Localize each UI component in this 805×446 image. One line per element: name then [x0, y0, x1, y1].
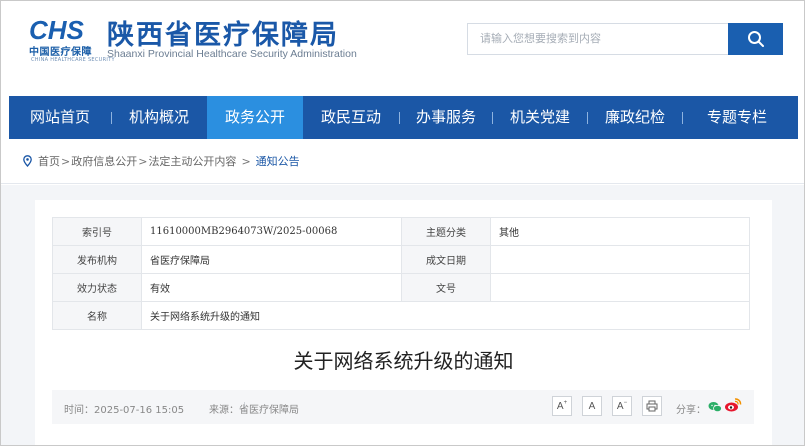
doc-number-value [490, 273, 750, 302]
font-decrease-label: A [616, 400, 624, 412]
nav-item-home[interactable]: 网站首页 [9, 96, 111, 139]
print-icon [646, 400, 658, 412]
nav-item-topics[interactable]: 专题专栏 [683, 96, 791, 139]
breadcrumb-gov-info[interactable]: 政府信息公开 [71, 153, 137, 169]
chs-logo-icon[interactable]: CHS [29, 17, 99, 43]
font-increase-label: A [556, 400, 564, 412]
font-reset-label: A [588, 400, 596, 412]
breadcrumb-area: 首页 > 政府信息公开 > 法定主动公开内容 > 通知公告 [1, 139, 804, 184]
breadcrumb-disclosure[interactable]: 法定主动公开内容 [148, 153, 236, 169]
breadcrumb-home[interactable]: 首页 [38, 153, 60, 169]
breadcrumb-separator: > [138, 154, 148, 168]
topic-value: 其他 [490, 217, 750, 246]
status-label: 效力状态 [52, 273, 142, 302]
article-info-bar: 时间：2025-07-16 15:05 来源：省医疗保障局 A + A A − 分享… [52, 390, 754, 424]
date-value [490, 245, 750, 274]
status-value: 有效 [141, 273, 402, 302]
doc-number-label: 文号 [401, 273, 491, 302]
breadcrumb: 首页 > 政府信息公开 > 法定主动公开内容 > 通知公告 [23, 153, 300, 169]
font-reset-button[interactable]: A [582, 396, 602, 416]
date-label: 成文日期 [401, 245, 491, 274]
site-header: CHS 中国医疗保障 CHINA HEALTHCARE SECURITY 陕西省… [1, 1, 804, 96]
publisher-label: 发布机构 [52, 245, 142, 274]
nav-item-about[interactable]: 机构概况 [112, 96, 206, 139]
page-frame: CHS 中国医疗保障 CHINA HEALTHCARE SECURITY 陕西省… [0, 0, 805, 446]
publish-time: 时间：2025-07-16 15:05 [64, 405, 185, 416]
nav-item-party[interactable]: 机关党建 [493, 96, 587, 139]
index-value: 11610000MB2964073W/2025-00068 [141, 217, 402, 246]
index-label: 索引号 [52, 217, 142, 246]
breadcrumb-current[interactable]: 通知公告 [256, 153, 300, 169]
table-row: 发布机构 省医疗保障局 成文日期 [52, 245, 750, 274]
table-row: 效力状态 有效 文号 [52, 273, 750, 302]
logo-subtext: CHINA HEALTHCARE SECURITY [31, 57, 115, 63]
share-label: 分享： [676, 405, 706, 416]
nav-item-interaction[interactable]: 政民互动 [303, 96, 399, 139]
print-button[interactable] [642, 396, 662, 416]
breadcrumb-separator: > [61, 154, 71, 168]
nav-item-gov-affairs[interactable]: 政务公开 [207, 96, 303, 139]
article-source: 来源：省医疗保障局 [209, 405, 299, 416]
weibo-icon[interactable] [724, 397, 742, 413]
site-title[interactable]: 陕西省医疗保障局 [107, 13, 339, 52]
search-icon [747, 31, 764, 47]
article-title: 关于网络系统升级的通知 [293, 349, 514, 373]
main-nav: 网站首页 机构概况 政务公开 政民互动 办事服务 机关党建 廉政纪检 专题专栏 [9, 96, 798, 139]
document-meta-table: 索引号 11610000MB2964073W/2025-00068 主题分类 其… [52, 217, 750, 330]
table-row: 索引号 11610000MB2964073W/2025-00068 主题分类 其… [52, 217, 750, 246]
nav-item-discipline[interactable]: 廉政纪检 [588, 96, 682, 139]
nav-item-services[interactable]: 办事服务 [400, 96, 492, 139]
svg-text:CHS: CHS [29, 17, 85, 43]
search-button[interactable] [728, 23, 783, 55]
site-subtitle-en: Shaanxi Provincial Healthcare Security A… [107, 48, 357, 60]
logo-text: 中国医疗保障 [29, 47, 92, 58]
breadcrumb-separator: > [241, 154, 251, 168]
name-label: 名称 [52, 301, 142, 330]
font-increase-button[interactable]: A + [552, 396, 572, 416]
name-value: 关于网络系统升级的通知 [141, 301, 750, 330]
wechat-icon[interactable] [708, 401, 722, 413]
publisher-value: 省医疗保障局 [141, 245, 402, 274]
search-input[interactable]: 请输入您想要搜索到内容 [467, 23, 729, 55]
font-decrease-button[interactable]: A − [612, 396, 632, 416]
topic-label: 主题分类 [401, 217, 491, 246]
table-row: 名称 关于网络系统升级的通知 [52, 301, 750, 330]
location-pin-icon [23, 155, 32, 167]
